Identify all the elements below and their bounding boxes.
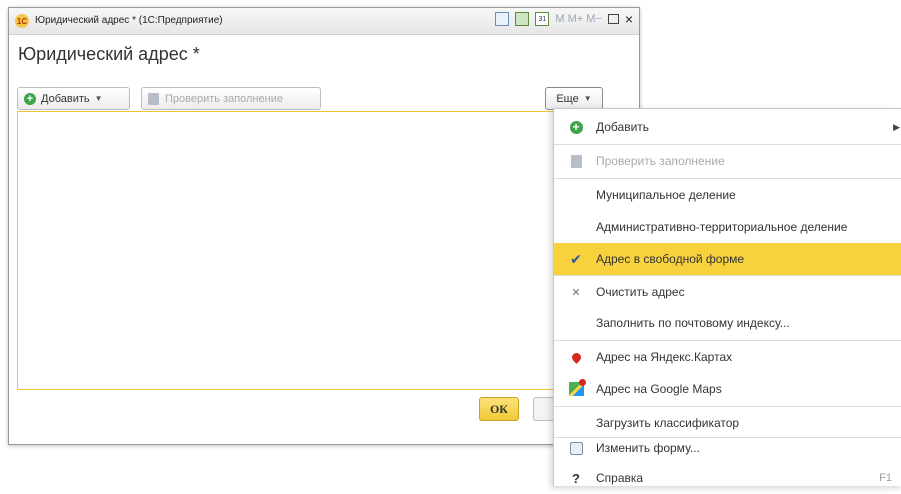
address-form-window: 1С Юридический адрес * (1С:Предприятие) … xyxy=(8,7,640,445)
check-fill-button[interactable]: Проверить заполнение xyxy=(141,87,321,110)
form-settings-icon xyxy=(569,441,583,455)
menu-item-fill-by-index[interactable]: Заполнить по почтовому индексу... xyxy=(554,307,901,339)
maximize-icon[interactable] xyxy=(607,14,619,24)
menu-item-label: Справка xyxy=(596,471,644,485)
plus-circle-icon: + xyxy=(569,120,583,134)
menu-item-change-form[interactable]: Изменить форму... xyxy=(554,432,901,464)
clear-icon: ✕ xyxy=(571,286,581,299)
menu-item-add[interactable]: + Добавить ▶ xyxy=(554,111,901,143)
menu-item-label: Добавить xyxy=(596,120,650,134)
menu-item-google-maps[interactable]: Адрес на Google Maps xyxy=(554,373,901,405)
chevron-down-icon: ▼ xyxy=(94,94,103,103)
more-dropdown-menu: + Добавить ▶ Проверить заполнение Муници… xyxy=(553,108,901,486)
1c-logo-icon: 1С xyxy=(15,14,29,28)
menu-item-label: Адрес на Google Maps xyxy=(596,382,722,396)
menu-item-yandex-maps[interactable]: Адрес на Яндекс.Картах xyxy=(554,341,901,373)
menu-item-help[interactable]: ? Справка F1 xyxy=(554,462,901,494)
calendar-icon[interactable]: 31 xyxy=(535,12,550,26)
window-title: Юридический адрес * (1С:Предприятие) xyxy=(35,15,223,26)
check-fill-icon xyxy=(148,92,159,105)
titlebar-controls: 31 M M+ M− × xyxy=(495,12,633,26)
google-maps-icon xyxy=(568,379,586,396)
plus-circle-icon: + xyxy=(24,92,36,105)
menu-item-municipal[interactable]: Муниципальное деление xyxy=(554,179,901,211)
menu-item-label: Муниципальное деление xyxy=(596,188,736,202)
shortcut-label: F1 xyxy=(879,472,892,484)
check-fill-label: Проверить заполнение xyxy=(165,92,284,105)
check-fill-icon xyxy=(570,154,582,168)
address-text-field[interactable] xyxy=(17,111,624,390)
menu-item-check-fill[interactable]: Проверить заполнение xyxy=(554,145,901,177)
print-icon[interactable] xyxy=(495,12,510,26)
menu-item-label: Административно-территориальное деление xyxy=(596,220,848,234)
menu-item-label: Изменить форму... xyxy=(596,441,700,455)
menu-item-label: Загрузить классификатор xyxy=(596,416,740,430)
menu-item-label: Адрес на Яндекс.Картах xyxy=(596,350,733,364)
add-button[interactable]: + Добавить ▼ xyxy=(17,87,130,110)
help-icon: ? xyxy=(572,470,580,486)
menu-item-label: Проверить заполнение xyxy=(596,154,725,168)
menu-item-label: Заполнить по почтовому индексу... xyxy=(596,316,790,330)
ok-button[interactable]: ОК xyxy=(479,397,519,421)
chevron-down-icon: ▼ xyxy=(583,94,592,103)
add-button-label: Добавить xyxy=(41,92,90,105)
submenu-arrow-icon: ▶ xyxy=(893,121,900,132)
more-button[interactable]: Еще ▼ xyxy=(545,87,603,110)
window-titlebar: 1С Юридический адрес * (1С:Предприятие) … xyxy=(9,8,639,35)
menu-item-label: Адрес в свободной форме xyxy=(596,252,745,266)
menu-item-free-form[interactable]: ✔ Адрес в свободной форме xyxy=(554,243,901,275)
menu-item-label: Очистить адрес xyxy=(596,285,685,299)
form-heading: Юридический адрес * xyxy=(18,44,200,64)
menu-item-administrative[interactable]: Административно-территориальное деление xyxy=(554,211,901,243)
yandex-pin-icon xyxy=(569,350,583,364)
checkmark-icon: ✔ xyxy=(570,250,582,267)
close-icon[interactable]: × xyxy=(625,12,633,26)
menu-item-clear[interactable]: ✕ Очистить адрес xyxy=(554,276,901,308)
memory-buttons[interactable]: M M+ M− xyxy=(555,13,601,25)
calculator-icon[interactable] xyxy=(515,12,530,26)
more-button-label: Еще xyxy=(556,92,579,105)
